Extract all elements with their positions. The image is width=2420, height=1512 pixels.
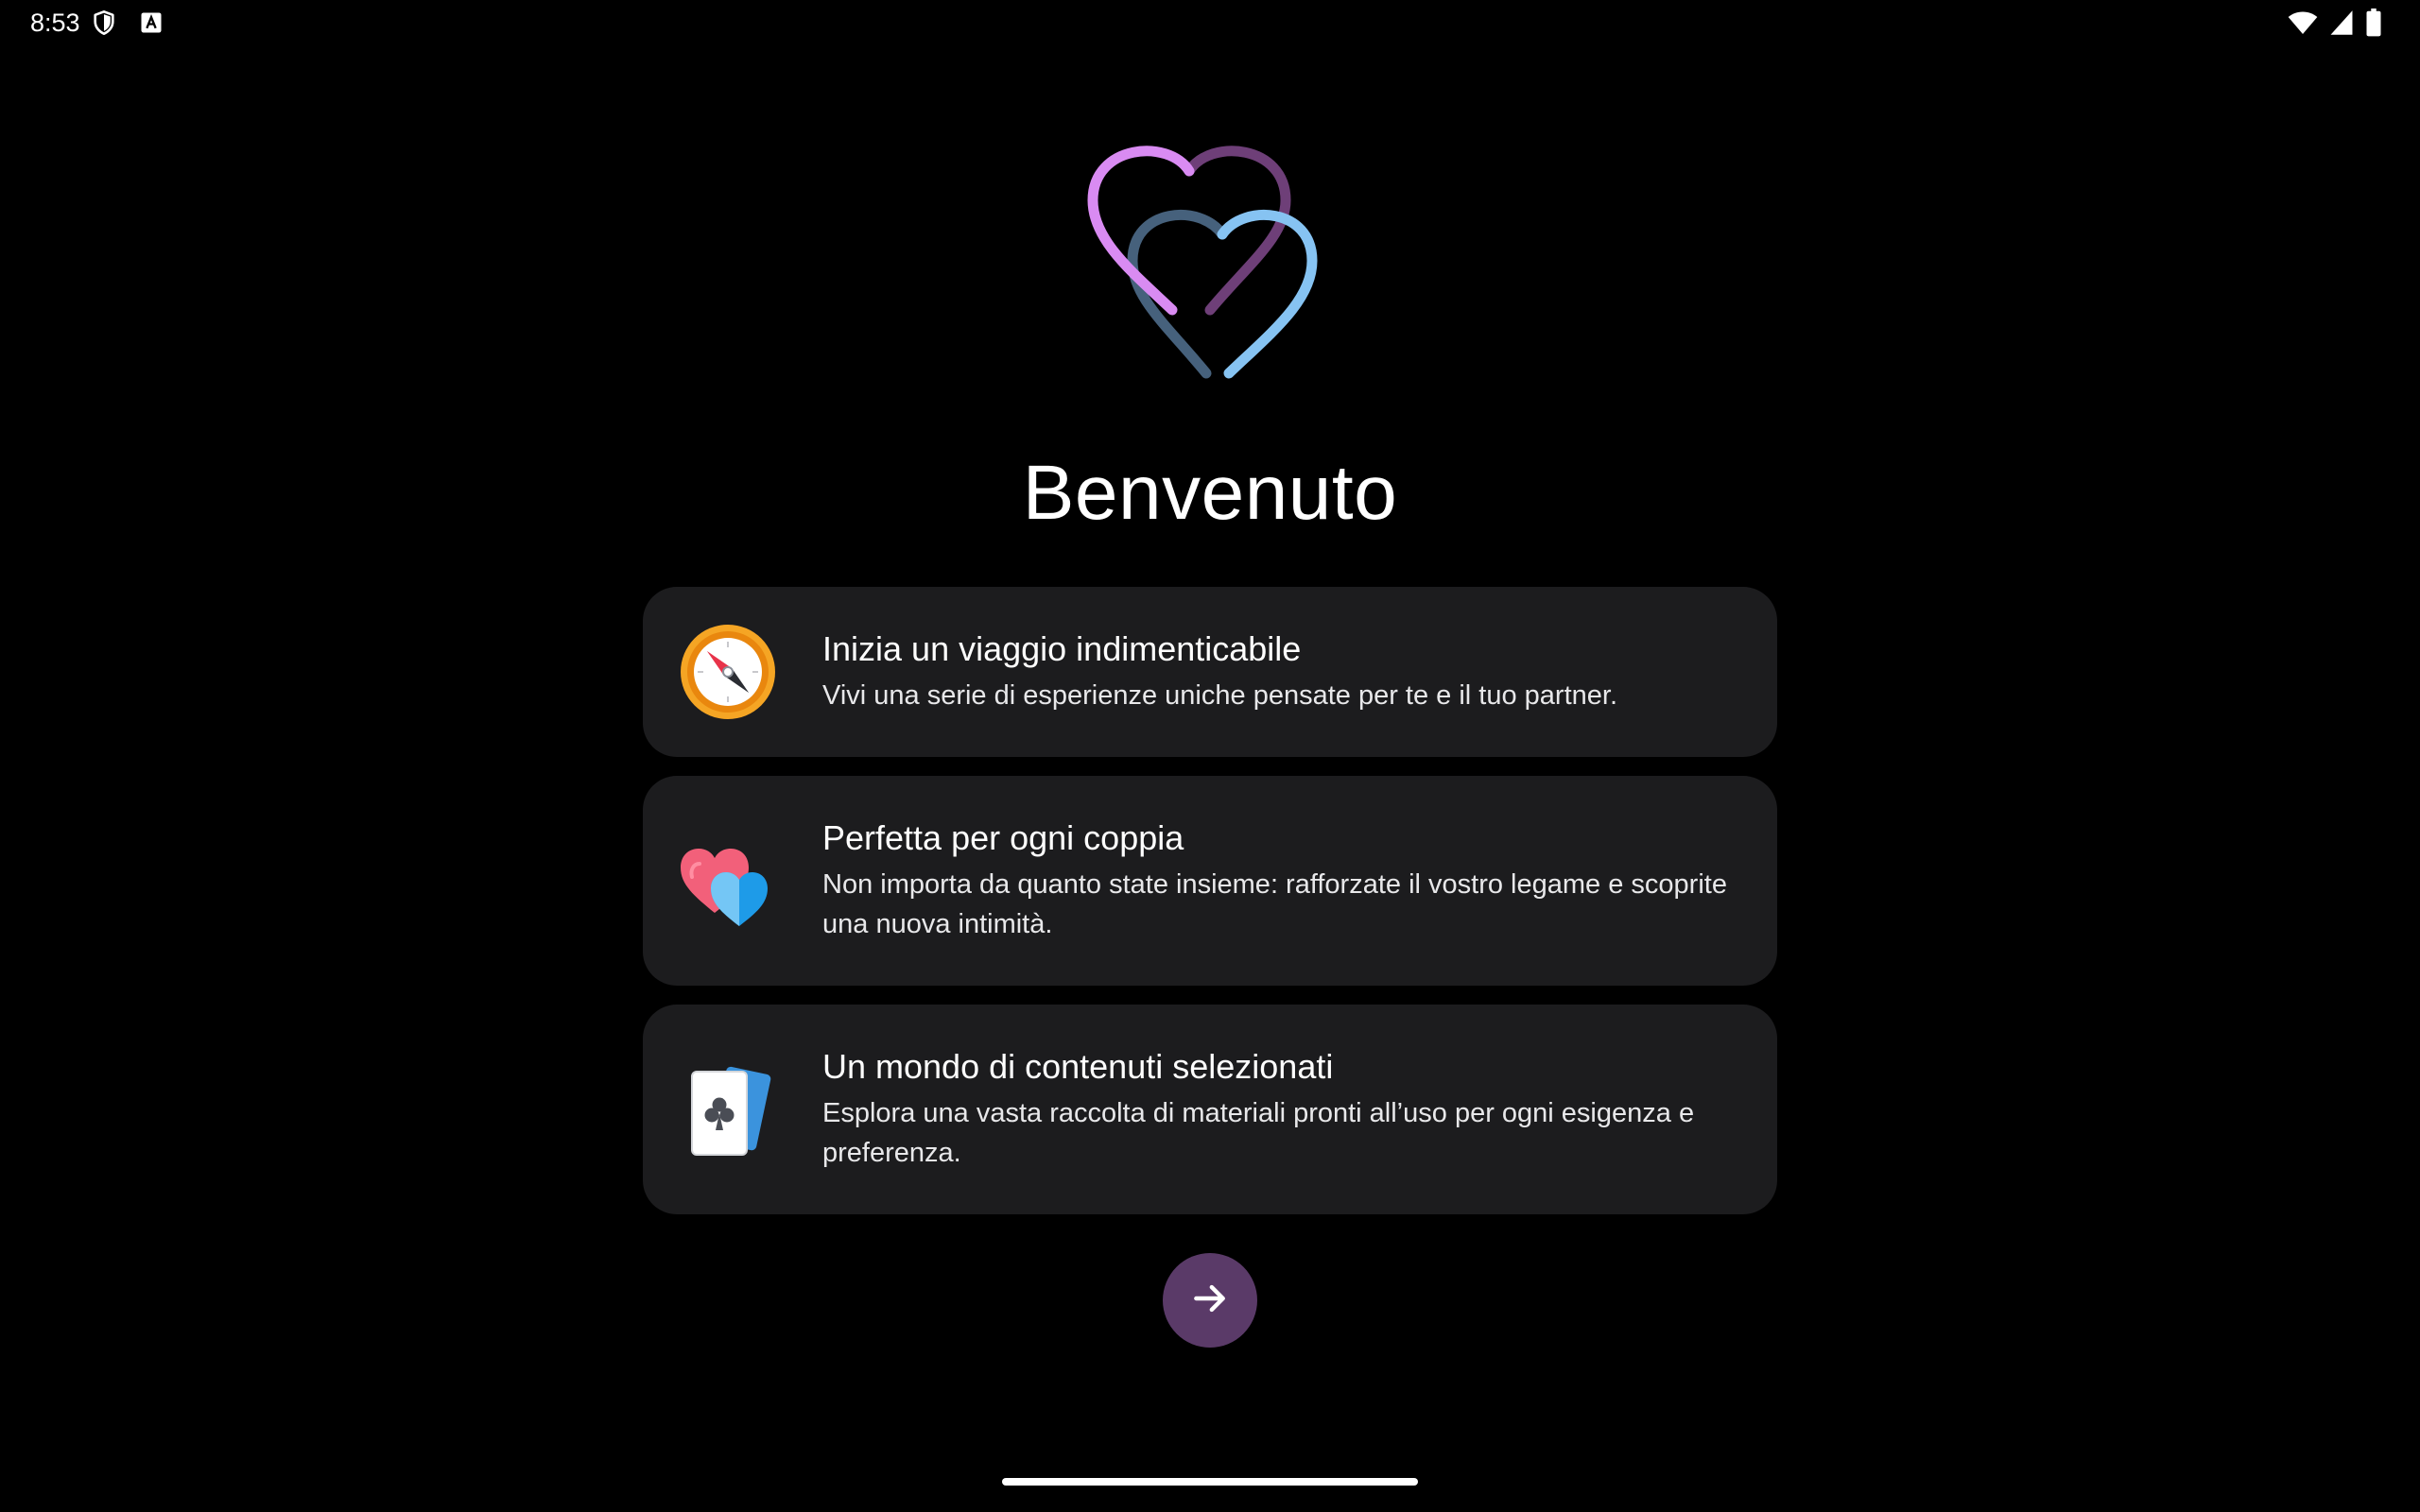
arrow-right-icon — [1189, 1278, 1231, 1324]
shield-icon — [91, 9, 117, 36]
feature-card-content: Un mondo di contenuti selezionati Esplor… — [643, 1005, 1777, 1214]
feature-title: Perfetta per ogni coppia — [822, 818, 1184, 857]
feature-card-couple: Perfetta per ogni coppia Non importa da … — [643, 776, 1777, 986]
feature-description: Esplora una vasta raccolta di materiali … — [822, 1098, 1695, 1168]
feature-title: Inizia un viaggio indimenticabile — [822, 629, 1302, 668]
feature-description: Vivi una serie di esperienze uniche pens… — [822, 680, 1617, 711]
battery-icon — [2365, 9, 2382, 37]
status-time: 8:53 — [30, 9, 80, 37]
welcome-title: Benvenuto — [1022, 450, 1398, 536]
keyboard-a-icon — [138, 9, 164, 36]
status-bar: 8:53 — [0, 0, 2420, 45]
playing-cards-icon — [679, 1060, 777, 1159]
wifi-icon — [2288, 9, 2318, 36]
cellular-signal-icon — [2329, 9, 2354, 36]
feature-title: Un mondo di contenuti selezionati — [822, 1047, 1334, 1086]
home-gesture-handle[interactable] — [1002, 1478, 1418, 1486]
status-icons — [2288, 9, 2382, 37]
two-hearts-icon — [679, 832, 777, 930]
feature-card-journey: Inizia un viaggio indimenticabile Vivi u… — [643, 587, 1777, 757]
two-hearts-logo-icon — [1078, 132, 1342, 397]
compass-icon — [679, 623, 777, 721]
feature-description: Non importa da quanto state insieme: raf… — [822, 869, 1727, 939]
next-button[interactable] — [1163, 1253, 1257, 1348]
